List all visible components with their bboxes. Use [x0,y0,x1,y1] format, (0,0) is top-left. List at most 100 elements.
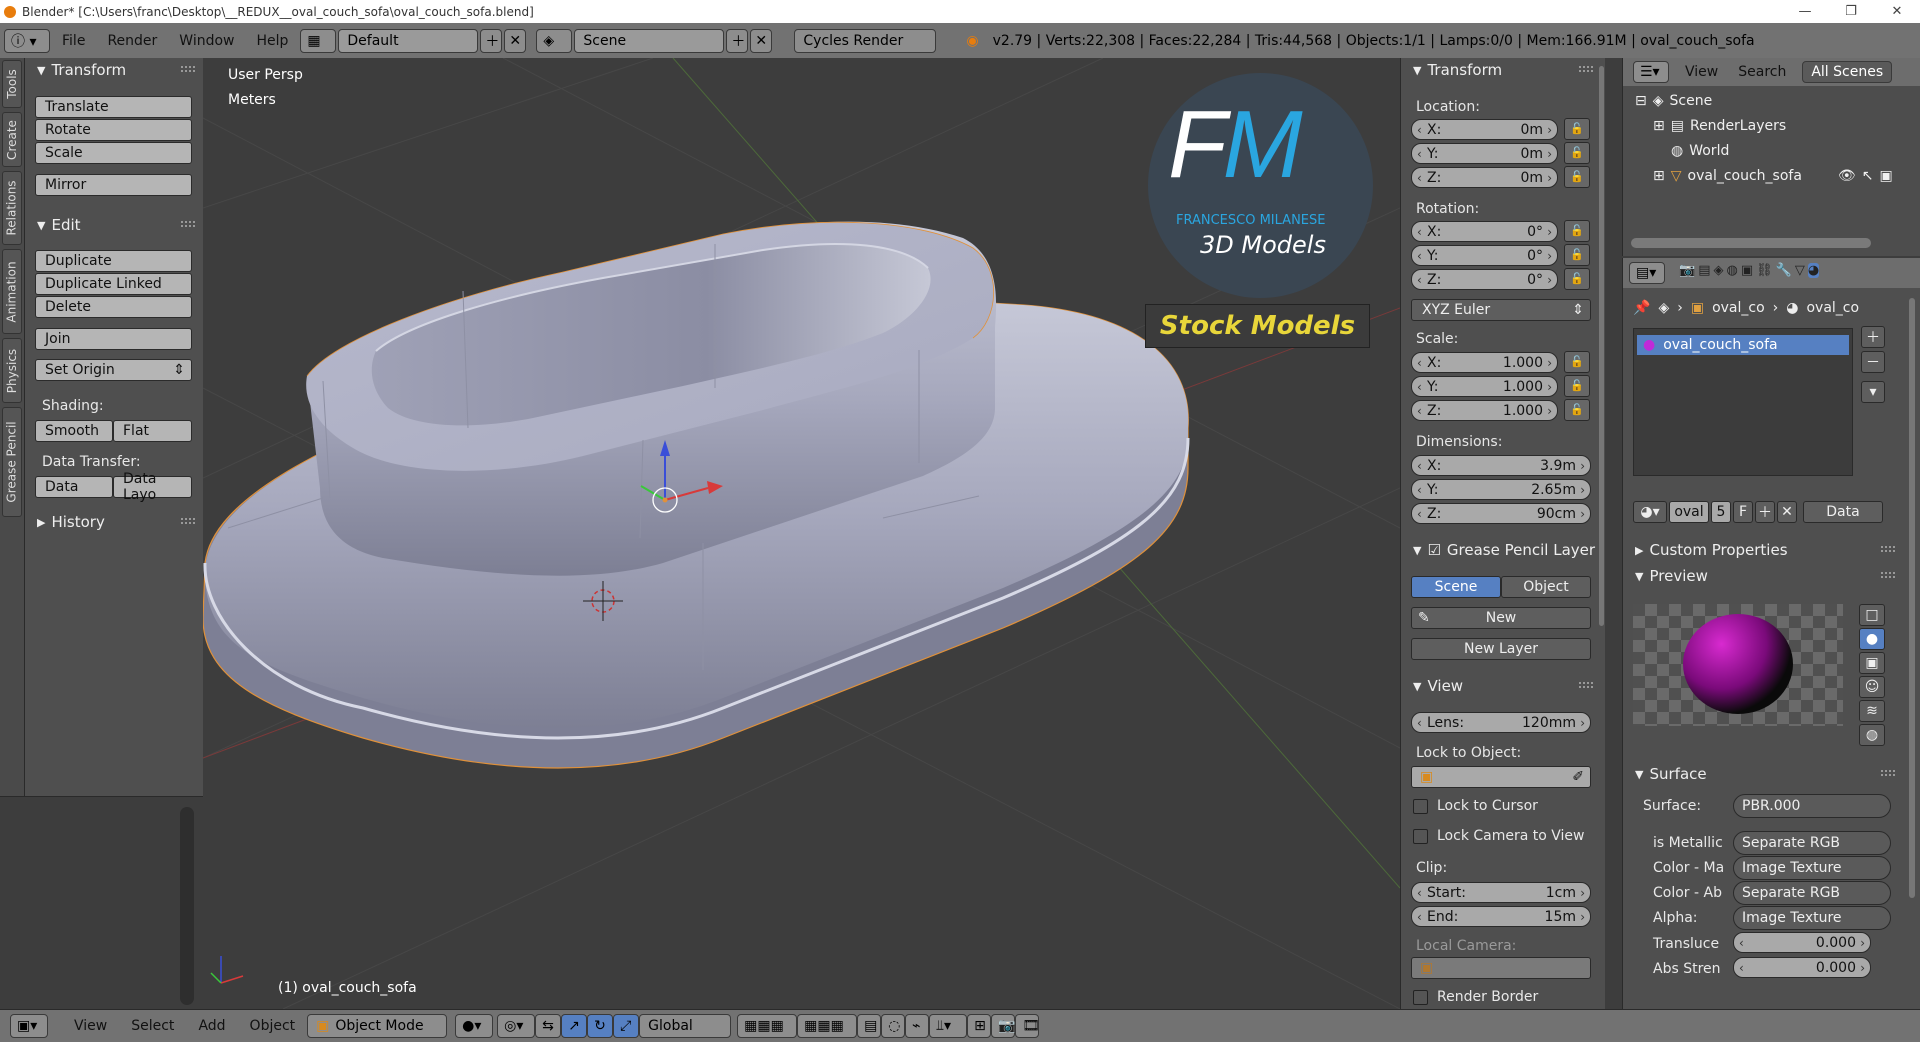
tab-animation[interactable]: Animation [2,249,22,334]
surface-header[interactable]: ▼ Surface [1623,762,1903,786]
scene-field[interactable]: Scene [574,28,725,53]
menu-render[interactable]: Render [97,33,167,49]
dimension-x-field[interactable]: X:3.9m [1411,455,1591,476]
outliner-renderlayers-row[interactable]: ⊞ ▤ RenderLayers [1653,118,1786,134]
preview-header[interactable]: ▼ Preview [1623,564,1903,588]
lock-icon[interactable]: 🔓 [1564,351,1590,373]
menu-file[interactable]: File [52,33,95,49]
rotation-z-field[interactable]: Z:0° [1411,269,1558,290]
layers-grid-2[interactable]: ▦▦▦ [797,1014,858,1038]
grease-pencil-header[interactable]: ▼ ☑ Grease Pencil Layer [1401,538,1601,562]
duplicate-linked-button[interactable]: Duplicate Linked [35,273,192,295]
preview-monkey-icon[interactable]: ☺ [1859,676,1885,698]
data-tab-icon[interactable]: ▽ [1795,263,1805,278]
scale-x-field[interactable]: X:1.000 [1411,352,1558,373]
pin-icon[interactable]: 📌 [1633,300,1650,316]
rotation-y-field[interactable]: Y:0° [1411,245,1558,266]
shading-mode-button[interactable]: ●▾ [455,1014,494,1038]
menu-select[interactable]: Select [119,1018,186,1034]
material-slot-item[interactable]: ● oval_couch_sofa [1637,335,1849,355]
gp-new-button[interactable]: ✎ New [1411,607,1591,629]
render-animation-icon[interactable]: 🎞 [1015,1014,1040,1038]
smooth-button[interactable]: Smooth [35,420,113,442]
drag-handle-icon[interactable] [181,518,195,524]
material-browse-icon[interactable]: ◕▾ [1633,501,1667,523]
rotation-x-field[interactable]: X:0° [1411,221,1558,242]
render-engine-select[interactable]: Cycles Render [794,28,937,53]
menu-view[interactable]: View [62,1018,119,1034]
preview-flat-icon[interactable]: □ [1859,604,1885,626]
unlink-material-icon[interactable]: ✕ [1777,501,1797,523]
n-view-header[interactable]: ▼ View [1401,674,1601,698]
editor-type-button[interactable]: ▤▾ [1629,262,1665,284]
tab-grease-pencil[interactable]: Grease Pencil [2,407,22,517]
properties-context-tabs[interactable]: 📷 ▤ ◈ ◍ ▣ ⛓ 🔧 ▽ ◕ [1679,263,1820,278]
editor-type-button[interactable]: ⓘ ▾ [4,28,50,53]
material-tab-icon[interactable]: ◕ [1807,263,1820,278]
scale-z-field[interactable]: Z:1.000 [1411,400,1558,421]
lock-icon[interactable]: 🔓 [1564,142,1590,164]
lock-icon[interactable]: 🔓 [1564,220,1590,242]
lock-icon[interactable]: 🔓 [1564,375,1590,397]
drag-handle-icon[interactable] [1881,572,1895,578]
outliner-view-menu[interactable]: View [1685,64,1718,80]
scene-icon-button[interactable]: ◈ [536,28,573,53]
custom-properties-header[interactable]: ▶ Custom Properties [1623,538,1903,562]
layers-tab-icon[interactable]: ▤ [1698,263,1710,278]
outliner-filter-select[interactable]: All Scenes [1802,61,1893,83]
editor-type-button[interactable]: ☰▾ [1633,61,1669,83]
material-users-count[interactable]: 5 [1711,501,1731,523]
clip-end-field[interactable]: End:15m [1411,906,1591,927]
gp-object-button[interactable]: Object [1501,576,1591,598]
3d-viewport[interactable]: User Persp Meters (1) oval_couch_sofa FM… [203,58,1400,1009]
lens-field[interactable]: Lens:120mm [1411,712,1591,733]
outliner-search-menu[interactable]: Search [1738,64,1786,80]
lock-icon[interactable]: 🔓 [1564,118,1590,140]
layers-grid-1[interactable]: ▦▦▦ [737,1014,798,1038]
panel-history-header[interactable]: ▶ History [25,510,203,534]
tab-relations[interactable]: Relations [2,171,22,245]
duplicate-button[interactable]: Duplicate [35,250,192,272]
dimension-y-field[interactable]: Y:2.65m [1411,479,1591,500]
close-button[interactable]: ✕ [1874,4,1920,19]
input-color-ma-select[interactable]: Image Texture [1733,856,1891,880]
drag-handle-icon[interactable] [1881,546,1895,552]
surface-shader-select[interactable]: PBR.000 [1733,794,1891,818]
world-tab-icon[interactable]: ◍ [1726,263,1737,278]
panel-edit-header[interactable]: ▼ Edit [25,213,203,237]
material-slot-list[interactable]: ● oval_couch_sofa [1633,328,1853,476]
pivot-point-button[interactable]: ◎▾ [497,1014,536,1038]
local-camera-field[interactable]: ▣ [1411,957,1591,979]
render-border-checkbox[interactable] [1413,990,1428,1005]
lock-camera-checkbox[interactable] [1413,829,1428,844]
slot-specials-icon[interactable]: ▾ [1861,381,1885,403]
tab-physics[interactable]: Physics [2,338,22,403]
preview-hair-icon[interactable]: ≋ [1859,700,1885,722]
rotate-manipulator-icon[interactable]: ↻ [587,1014,614,1038]
select-arrow-icon[interactable]: ↖ [1862,168,1874,184]
modifiers-tab-icon[interactable]: 🔧 [1776,263,1792,278]
translucency-field[interactable]: 0.000 [1733,932,1871,953]
manipulator-toggle-icon[interactable]: ⇆ [535,1014,562,1038]
render-tab-icon[interactable]: 📷 [1679,263,1695,278]
tab-create[interactable]: Create [2,112,22,167]
drag-handle-icon[interactable] [1579,66,1593,72]
drag-handle-icon[interactable] [181,66,195,72]
preview-cube-icon[interactable]: ▣ [1859,652,1885,674]
orientation-select[interactable]: Global [639,1014,732,1038]
rotate-button[interactable]: Rotate [35,119,192,141]
scrollbar[interactable] [1631,238,1871,248]
mirror-button[interactable]: Mirror [35,174,192,196]
scale-button[interactable]: Scale [35,142,192,164]
translate-button[interactable]: Translate [35,96,192,118]
scale-y-field[interactable]: Y:1.000 [1411,376,1558,397]
dimension-z-field[interactable]: Z:90cm [1411,503,1591,524]
drag-handle-icon[interactable] [181,221,195,227]
outliner-scene-row[interactable]: ⊟ ◈ Scene [1635,93,1712,109]
constraints-tab-icon[interactable]: ⛓ [1756,263,1773,278]
minimize-button[interactable]: — [1782,4,1828,19]
clip-start-field[interactable]: Start:1cm [1411,882,1591,903]
mode-select[interactable]: ▣ Object Mode [307,1014,448,1038]
render-camera-icon[interactable]: ▣ [1879,168,1892,184]
preview-world-icon[interactable]: ◍ [1859,724,1885,746]
